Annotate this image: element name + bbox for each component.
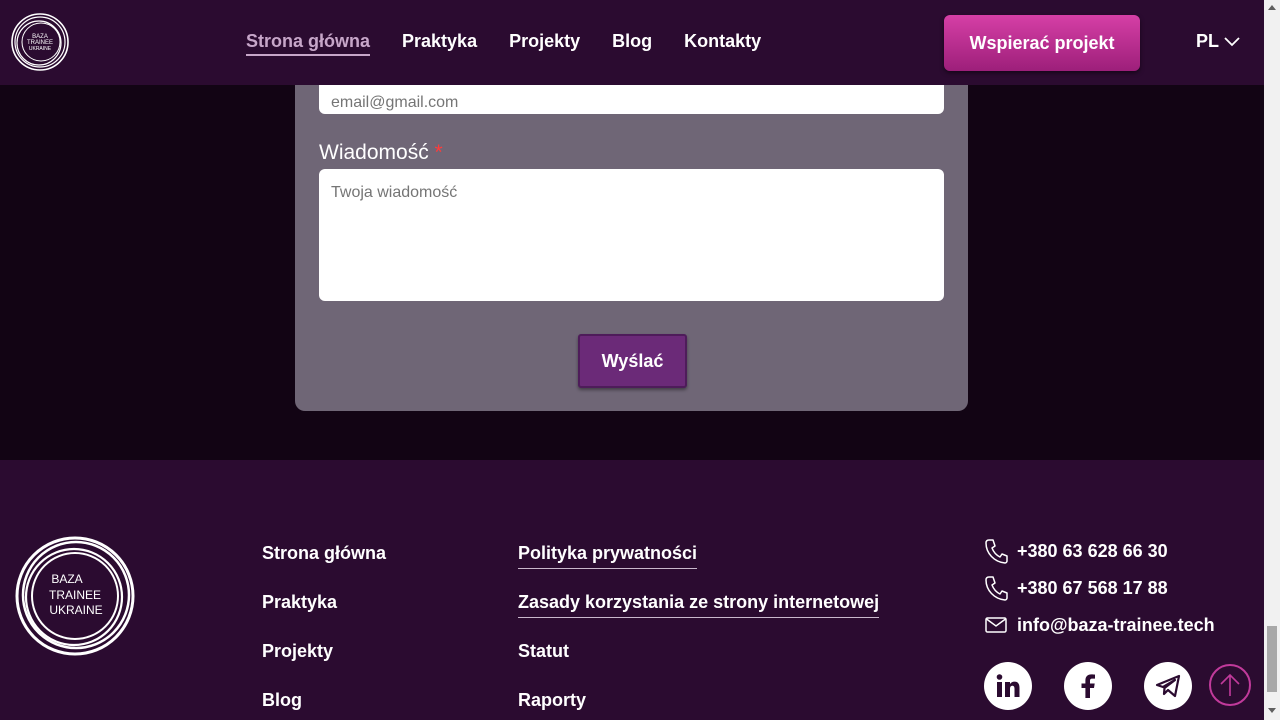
phone-number-2: +380 67 568 17 88 [1017,577,1168,598]
nav-item-home[interactable]: Strona główna [246,30,371,56]
phone-icon [985,539,1008,564]
telegram-icon[interactable] [1144,662,1192,710]
logo-icon[interactable]: BAZA TRAINEE UKRAINE [10,12,70,72]
email-row[interactable]: info@baza-trainee.tech [984,612,1215,638]
phone-icon [985,576,1008,601]
footer-logo-text-2: TRAINEE [49,588,101,602]
footer-link-projects[interactable]: Projekty [262,640,386,662]
footer-link-statute[interactable]: Statut [518,640,569,662]
main-nav: Strona główna Praktyka Projekty Blog Kon… [246,30,793,56]
logo-text-3: UKRAINE [29,46,52,52]
scrollbar-thumb[interactable] [1267,626,1277,692]
footer-logo-icon[interactable]: BAZA TRAINEE UKRAINE [15,536,136,657]
footer-link-blog[interactable]: Blog [262,689,386,711]
scroll-down-arrow-icon[interactable] [1268,708,1276,714]
footer-link-practice[interactable]: Praktyka [262,591,386,613]
nav-item-projects[interactable]: Projekty [509,30,580,56]
facebook-icon[interactable] [1064,662,1112,710]
arrow-up-icon [1220,673,1240,696]
footer-link-privacy[interactable]: Polityka prywatności [518,542,698,569]
footer-contacts: +380 63 628 66 30 +380 67 568 17 88 info… [984,538,1215,649]
email-address: info@baza-trainee.tech [1017,614,1215,635]
footer-logo-text-3: UKRAINE [49,603,102,617]
language-selector[interactable]: PL [1196,31,1240,52]
social-links [984,662,1224,710]
footer-link-home[interactable]: Strona główna [262,542,386,564]
message-label: Wiadomość * [319,141,443,165]
footer-link-reports[interactable]: Raporty [518,689,586,711]
contact-form: Wiadomość * Wyślać [295,55,968,411]
site-header: BAZA TRAINEE UKRAINE Strona główna Prakt… [0,0,1264,85]
nav-item-blog[interactable]: Blog [612,30,652,56]
mail-icon [985,617,1007,633]
message-label-text: Wiadomość [319,141,429,164]
footer-docs: Polityka prywatności Zasady korzystania … [518,542,880,720]
language-label: PL [1196,31,1220,51]
site-footer: BAZA TRAINEE UKRAINE Strona główna Prakt… [0,460,1264,720]
footer-logo-text-1: BAZA [51,572,82,586]
phone-row-1[interactable]: +380 63 628 66 30 [984,538,1215,564]
send-button[interactable]: Wyślać [578,334,687,388]
scroll-to-top-button[interactable] [1209,664,1251,706]
footer-nav: Strona główna Praktyka Projekty Blog [262,542,386,720]
required-mark: * [434,141,443,164]
phone-number-1: +380 63 628 66 30 [1017,540,1168,561]
nav-item-practice[interactable]: Praktyka [402,30,477,56]
chevron-down-icon [1224,36,1240,46]
footer-link-terms[interactable]: Zasady korzystania ze strony internetowe… [518,591,880,618]
contact-section: Wiadomość * Wyślać [0,55,1264,460]
nav-item-contacts[interactable]: Kontakty [684,30,761,56]
support-project-button[interactable]: Wspierać projekt [944,15,1140,71]
page-scrollbar[interactable] [1264,0,1280,720]
message-field[interactable] [319,169,944,301]
scroll-up-arrow-icon[interactable] [1268,4,1276,10]
phone-row-2[interactable]: +380 67 568 17 88 [984,575,1215,601]
linkedin-icon[interactable] [984,662,1032,710]
